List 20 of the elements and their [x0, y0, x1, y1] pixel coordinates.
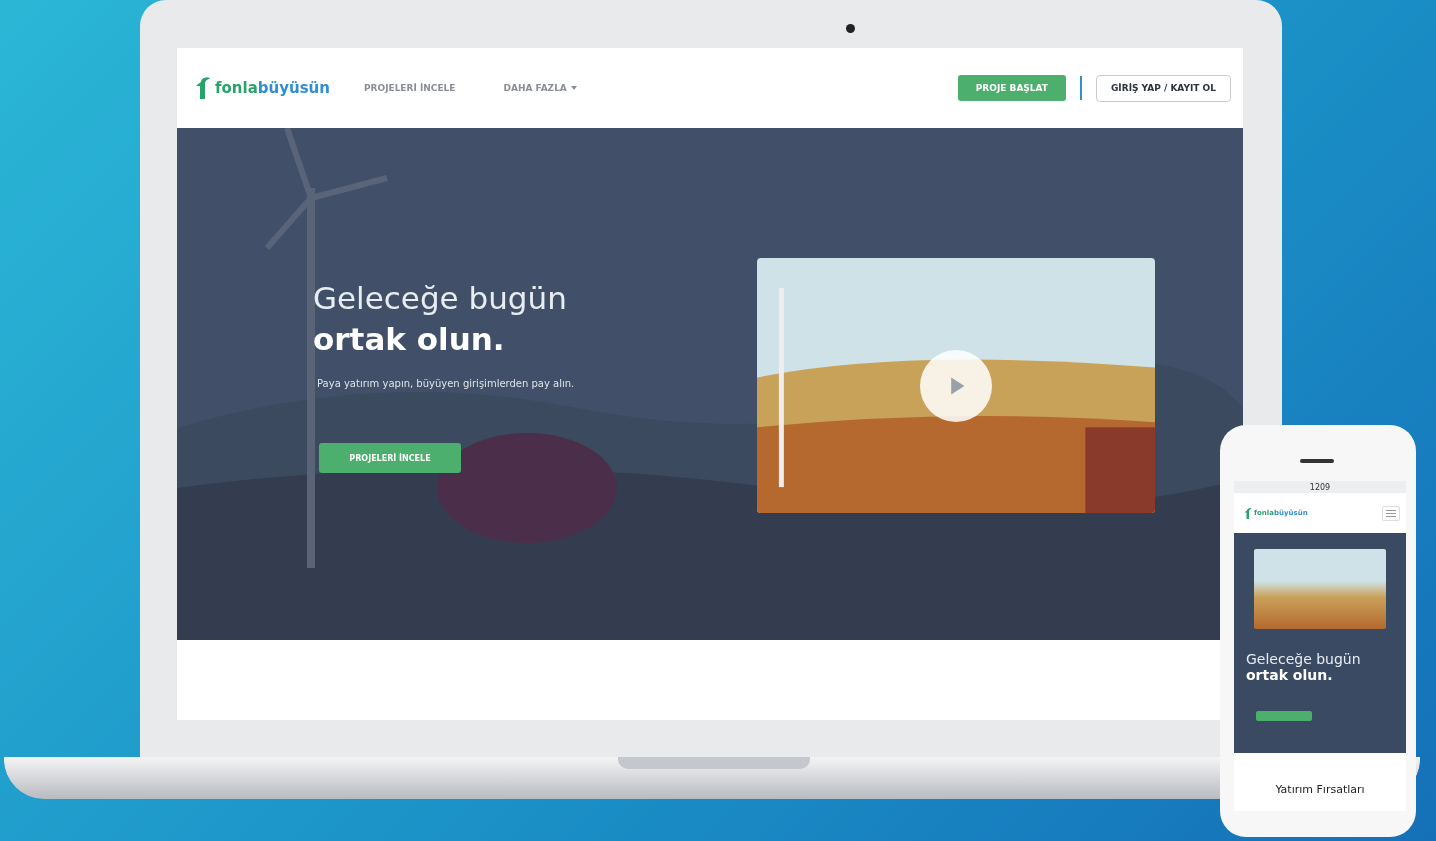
section-title: Yatırım Fırsatları — [1274, 783, 1366, 796]
start-project-button[interactable]: PROJE BAŞLAT — [957, 75, 1066, 101]
login-button[interactable]: GİRİŞ YAP / KAYIT OL — [1096, 74, 1231, 102]
status-time: 1209 — [1309, 482, 1331, 492]
hero-subtitle: Paya yatırım yapın, büyüyen girişimlerden pay alın. — [317, 378, 576, 389]
caret-icon — [570, 86, 577, 90]
camera-icon — [846, 24, 855, 33]
nav-link[interactable]: DAHA FAZLA — [503, 83, 577, 93]
logo-icon — [195, 75, 211, 101]
video-thumbnail[interactable] — [1254, 549, 1386, 629]
nav-link[interactable]: PROJELERİ İNCELE — [363, 83, 456, 93]
hero-title: Geleceğe bugün — [313, 279, 568, 318]
hero-title: Geleceğe bugün — [1246, 651, 1362, 667]
browse-projects-button[interactable]: PROJELERİ İNCELE — [319, 443, 461, 473]
hero-title: ortak olun. — [313, 320, 506, 359]
video-thumbnail[interactable] — [757, 258, 1155, 513]
logo-icon — [1244, 506, 1252, 520]
menu-icon[interactable] — [1382, 505, 1400, 521]
hero-title: ortak olun. — [1246, 667, 1334, 683]
logo-text[interactable]: fonlabüyüsün — [215, 79, 330, 97]
